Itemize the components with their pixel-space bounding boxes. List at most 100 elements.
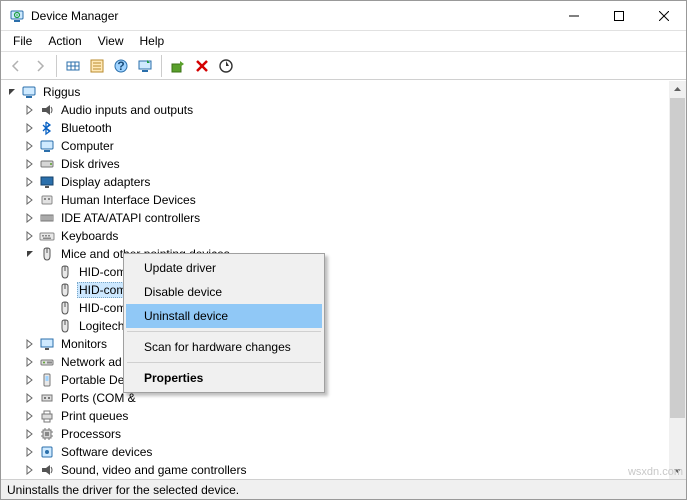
tree-root[interactable]: Riggus [5, 83, 669, 101]
menu-view[interactable]: View [90, 32, 132, 50]
expand-icon[interactable] [23, 211, 37, 225]
expand-icon[interactable] [23, 103, 37, 117]
show-hidden-button[interactable] [62, 55, 84, 77]
tree-item-label: Network ad [59, 355, 124, 369]
tree-item-label: Keyboards [59, 229, 120, 243]
menu-help[interactable]: Help [132, 32, 173, 50]
menu-properties[interactable]: Properties [126, 366, 322, 390]
tree-category[interactable]: Computer [5, 137, 669, 155]
device-tree-pane: Riggus Audio inputs and outputs Bluetooth C… [1, 81, 686, 479]
tree-category[interactable]: Monitors [5, 335, 669, 353]
update-driver-button[interactable] [167, 55, 189, 77]
twisty-spacer [41, 319, 55, 333]
mouse-icon [57, 318, 73, 334]
expand-icon[interactable] [23, 373, 37, 387]
titlebar: Device Manager [1, 1, 686, 31]
menu-update-driver[interactable]: Update driver [126, 256, 322, 280]
tree-category[interactable]: Portable Dev [5, 371, 669, 389]
scroll-down-button[interactable] [669, 462, 686, 479]
tree-category[interactable]: Bluetooth [5, 119, 669, 137]
print-icon [39, 408, 55, 424]
ports-icon [39, 390, 55, 406]
tree-item-label: Riggus [41, 85, 82, 99]
expand-icon[interactable] [23, 463, 37, 477]
mouse-icon [39, 246, 55, 262]
tree-item-label: Processors [59, 427, 123, 441]
tree-category[interactable]: Mice and other pointing devices [5, 245, 669, 263]
menu-uninstall-device[interactable]: Uninstall device [126, 304, 322, 328]
tree-category[interactable]: Display adapters [5, 173, 669, 191]
computer_root-icon [21, 84, 37, 100]
scan-button[interactable] [134, 55, 156, 77]
expand-icon[interactable] [23, 247, 37, 261]
tree-item-label: IDE ATA/ATAPI controllers [59, 211, 202, 225]
back-button[interactable] [5, 55, 27, 77]
bluetooth-icon [39, 120, 55, 136]
audio-icon [39, 102, 55, 118]
scroll-up-button[interactable] [669, 81, 686, 98]
tree-item-label: HID-com [77, 301, 128, 315]
tree-category[interactable]: Human Interface Devices [5, 191, 669, 209]
expand-icon[interactable] [23, 175, 37, 189]
tree-device[interactable]: Logitech [5, 317, 669, 335]
properties-button[interactable] [86, 55, 108, 77]
tree-item-label: Software devices [59, 445, 154, 459]
tree-item-label: Bluetooth [59, 121, 114, 135]
forward-button[interactable] [29, 55, 51, 77]
tree-item-label: Monitors [59, 337, 109, 351]
expand-icon[interactable] [23, 157, 37, 171]
mouse-icon [57, 282, 73, 298]
menu-disable-device[interactable]: Disable device [126, 280, 322, 304]
expand-icon[interactable] [23, 337, 37, 351]
expand-icon[interactable] [23, 409, 37, 423]
window-controls [551, 1, 686, 31]
tree-category[interactable]: Keyboards [5, 227, 669, 245]
tree-category[interactable]: Sound, video and game controllers [5, 461, 669, 479]
expand-icon[interactable] [23, 355, 37, 369]
vertical-scrollbar[interactable] [669, 81, 686, 479]
help-button[interactable]: ? [110, 55, 132, 77]
minimize-button[interactable] [551, 1, 596, 31]
menu-scan-hardware[interactable]: Scan for hardware changes [126, 335, 322, 359]
tree-category[interactable]: Disk drives [5, 155, 669, 173]
menu-file[interactable]: File [5, 32, 40, 50]
device-tree[interactable]: Riggus Audio inputs and outputs Bluetooth C… [1, 81, 669, 479]
expand-icon[interactable] [23, 193, 37, 207]
expand-icon[interactable] [23, 391, 37, 405]
disk-icon [39, 156, 55, 172]
expand-icon[interactable] [5, 85, 19, 99]
status-bar: Uninstalls the driver for the selected d… [1, 479, 686, 499]
tree-device[interactable]: HID-com [5, 299, 669, 317]
tree-category[interactable]: Audio inputs and outputs [5, 101, 669, 119]
tree-item-label: Human Interface Devices [59, 193, 198, 207]
app-icon [9, 8, 25, 24]
scroll-track[interactable] [669, 98, 686, 462]
tree-device[interactable]: HID-com [5, 281, 669, 299]
uninstall-button[interactable] [191, 55, 213, 77]
expand-icon[interactable] [23, 229, 37, 243]
tree-category[interactable]: Print queues [5, 407, 669, 425]
status-text: Uninstalls the driver for the selected d… [7, 483, 239, 497]
tree-device[interactable]: HID-compliant mouse [5, 263, 669, 281]
close-button[interactable] [641, 1, 686, 31]
expand-icon[interactable] [23, 445, 37, 459]
tree-item-label: Audio inputs and outputs [59, 103, 195, 117]
tree-category[interactable]: IDE ATA/ATAPI controllers [5, 209, 669, 227]
maximize-button[interactable] [596, 1, 641, 31]
disable-button[interactable] [215, 55, 237, 77]
tree-category[interactable]: Network ad [5, 353, 669, 371]
scroll-thumb[interactable] [670, 98, 685, 418]
tree-category[interactable]: Ports (COM & [5, 389, 669, 407]
tree-item-label: HID-com [77, 282, 128, 298]
menu-action[interactable]: Action [40, 32, 89, 50]
expand-icon[interactable] [23, 121, 37, 135]
tree-item-label: Logitech [77, 319, 126, 333]
tree-item-label: Portable Dev [59, 373, 132, 387]
expand-icon[interactable] [23, 427, 37, 441]
display-icon [39, 174, 55, 190]
twisty-spacer [41, 301, 55, 315]
tree-category[interactable]: Processors [5, 425, 669, 443]
network-icon [39, 354, 55, 370]
expand-icon[interactable] [23, 139, 37, 153]
tree-category[interactable]: Software devices [5, 443, 669, 461]
